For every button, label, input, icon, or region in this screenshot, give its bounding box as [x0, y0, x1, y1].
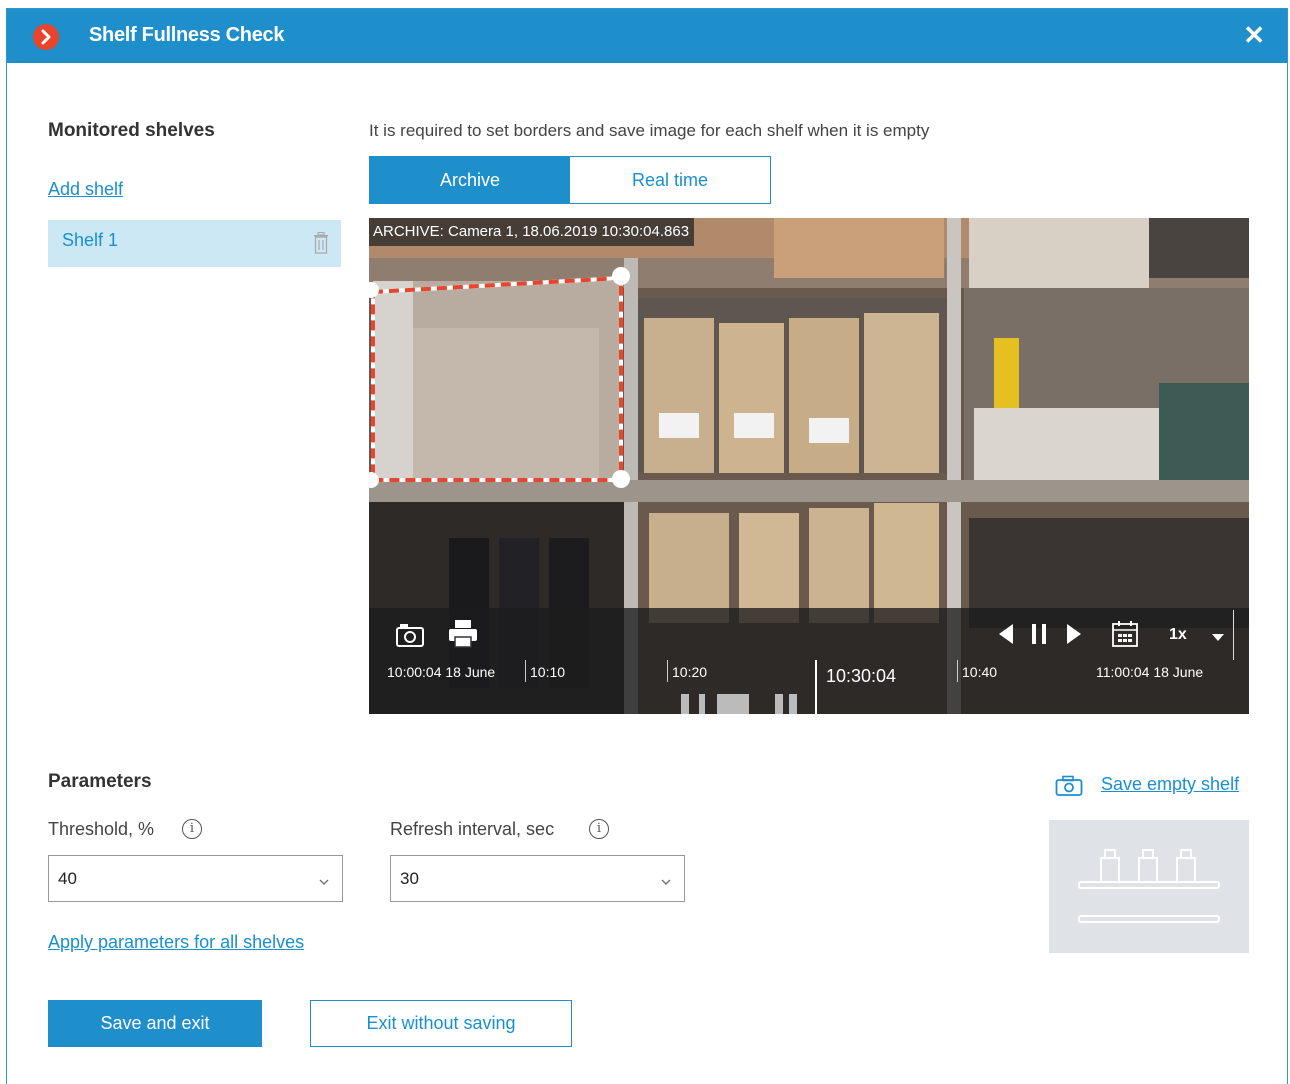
step-back-icon[interactable]	[997, 622, 1015, 651]
instruction-text: It is required to set borders and save i…	[369, 121, 930, 140]
parameters-heading: Parameters	[48, 771, 152, 792]
timeline-tick	[667, 660, 668, 682]
app-logo-icon	[33, 24, 59, 50]
save-and-exit-button[interactable]: Save and exit	[48, 1000, 262, 1047]
refresh-interval-select[interactable]: 30	[390, 855, 685, 902]
playback-speed[interactable]: 1x	[1169, 626, 1187, 644]
threshold-value: 40	[58, 869, 77, 888]
save-empty-shelf-link[interactable]: Save empty shelf	[1101, 774, 1239, 795]
chevron-down-icon	[660, 873, 672, 891]
timeline-tick-label: 10:40	[962, 664, 998, 680]
timeline-start-label: 10:00:04 18 June	[387, 664, 496, 680]
refresh-interval-label: Refresh interval, sec	[390, 819, 555, 839]
timeline-track[interactable]	[369, 686, 1249, 714]
sidebar-item-shelf-1[interactable]: Shelf 1	[48, 220, 341, 267]
timeline-tick	[525, 660, 526, 682]
chevron-down-icon	[318, 873, 330, 891]
info-icon[interactable]: i	[182, 819, 202, 839]
refresh-interval-value: 30	[400, 869, 419, 888]
window-title: Shelf Fullness Check	[89, 24, 285, 46]
title-bar: Shelf Fullness Check ✕	[7, 9, 1287, 63]
info-icon[interactable]: i	[589, 819, 609, 839]
apply-all-shelves-link[interactable]: Apply parameters for all shelves	[48, 932, 304, 953]
timeline-current-time: 10:30:04	[826, 666, 897, 686]
shelf-placeholder-icon	[1078, 849, 1220, 923]
shelf-fullness-dialog: Shelf Fullness Check ✕ Monitored shelves…	[6, 8, 1288, 1084]
tab-real-time[interactable]: Real time	[570, 157, 770, 203]
playback-controls: 1x 10:00:04 18 June 10:10 10:20 10:30:04…	[369, 608, 1249, 714]
timeline-end-label: 11:00:04 18 June	[1096, 664, 1204, 680]
step-forward-icon[interactable]	[1065, 622, 1083, 651]
threshold-label: Threshold, %	[48, 819, 155, 839]
controls-divider	[1233, 610, 1234, 660]
calendar-icon[interactable]	[1111, 620, 1139, 653]
archive-osd-label: ARCHIVE: Camera 1, 18.06.2019 10:30:04.8…	[369, 218, 695, 246]
snapshot-icon[interactable]	[395, 622, 425, 653]
timeline-tick-label: 10:10	[530, 664, 566, 680]
tab-archive[interactable]: Archive	[370, 157, 570, 203]
timeline-tick	[957, 660, 958, 682]
add-shelf-link[interactable]: Add shelf	[48, 179, 123, 200]
print-icon[interactable]	[447, 619, 479, 654]
monitored-shelves-heading: Monitored shelves	[48, 120, 215, 141]
empty-shelf-preview	[1049, 820, 1249, 953]
pause-icon[interactable]	[1029, 622, 1049, 651]
chevron-down-icon[interactable]	[1211, 630, 1225, 648]
trash-icon[interactable]	[313, 231, 329, 259]
shelf-item-label: Shelf 1	[62, 230, 119, 250]
timeline-tick-label: 10:20	[672, 664, 708, 680]
exit-without-saving-button[interactable]: Exit without saving	[310, 1000, 572, 1047]
threshold-select[interactable]: 40	[48, 855, 343, 902]
camera-video-view[interactable]: ARCHIVE: Camera 1, 18.06.2019 10:30:04.8…	[369, 218, 1249, 714]
camera-icon[interactable]	[1055, 775, 1083, 802]
view-mode-tabs: Archive Real time	[369, 156, 771, 204]
close-icon[interactable]: ✕	[1243, 21, 1265, 49]
